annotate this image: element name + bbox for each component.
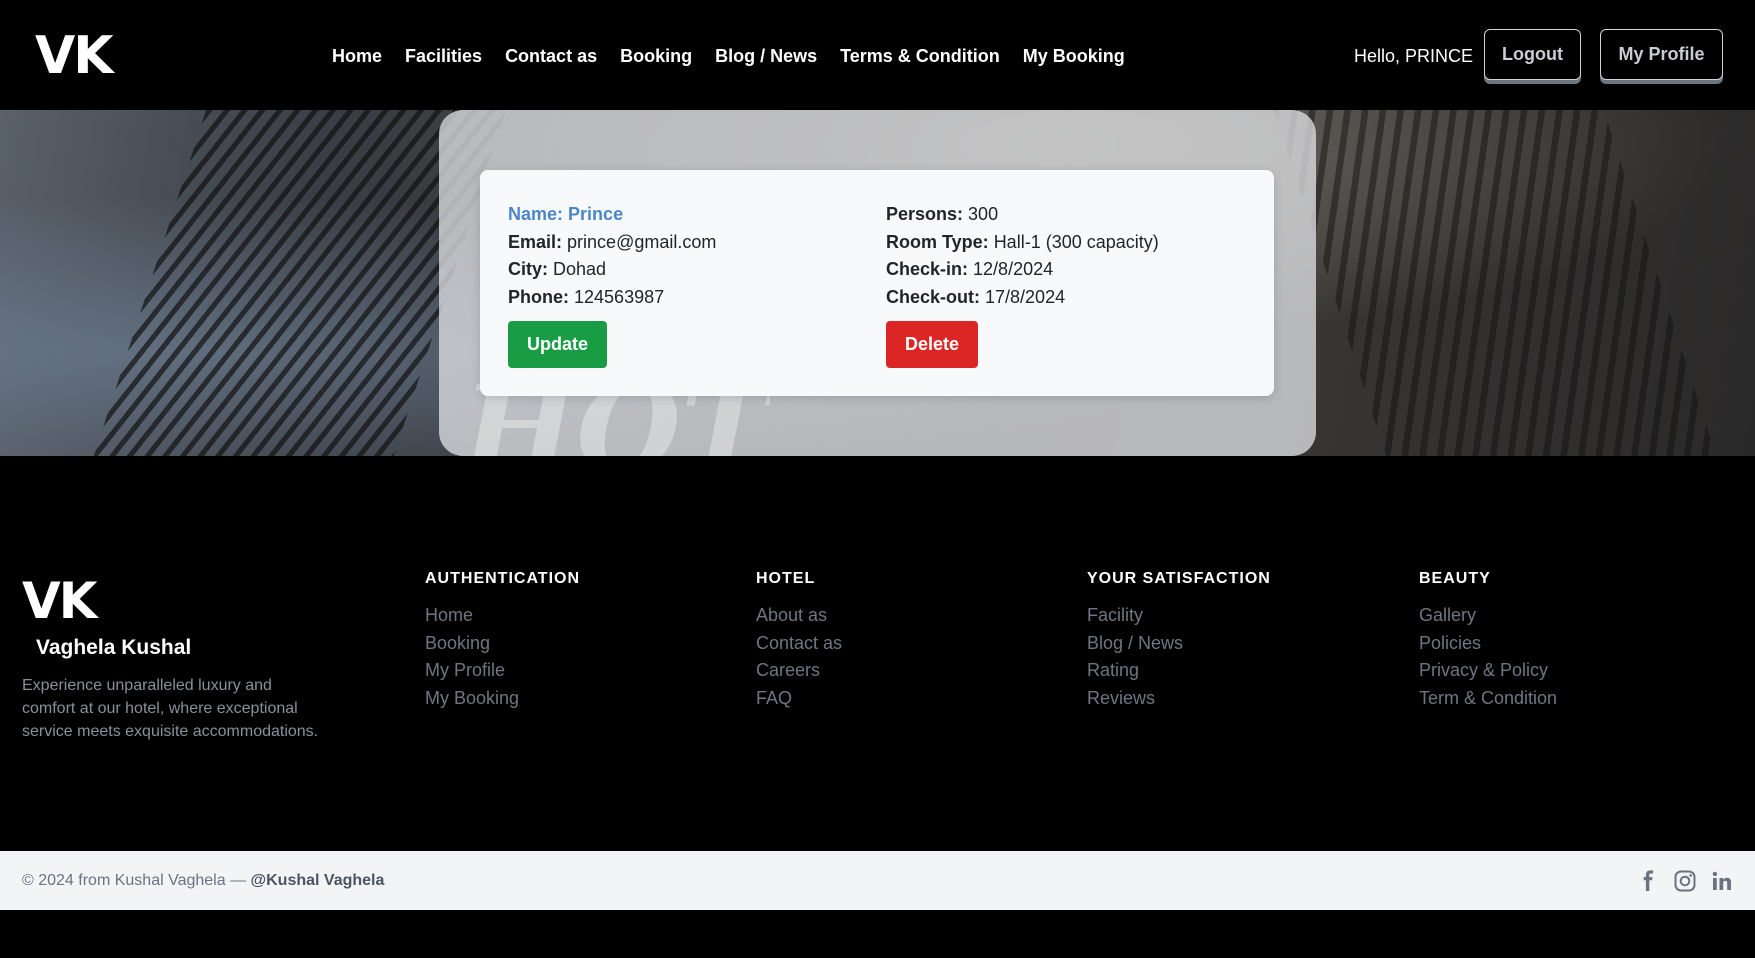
social-links	[1636, 869, 1734, 893]
footer-link-gallery[interactable]: Gallery	[1419, 602, 1557, 630]
nav-blog-news[interactable]: Blog / News	[715, 44, 817, 68]
footer-link-privacy-policy[interactable]: Privacy & Policy	[1419, 657, 1557, 685]
copyright-bar: © 2024 from Kushal Vaghela — @Kushal Vag…	[0, 851, 1755, 910]
nav-booking[interactable]: Booking	[620, 44, 692, 68]
footer-link-contact[interactable]: Contact as	[756, 630, 842, 658]
logout-button[interactable]: Logout	[1484, 29, 1581, 80]
footer-link-home[interactable]: Home	[425, 602, 580, 630]
footer-link-about[interactable]: About as	[756, 602, 842, 630]
footer-link-facility[interactable]: Facility	[1087, 602, 1271, 630]
guest-phone: Phone: 124563987	[508, 286, 665, 307]
booking-persons: Persons: 300	[886, 204, 999, 224]
footer-column-title: YOUR SATISFACTION	[1087, 570, 1271, 587]
booking-card: Name: Prince Email: prince@gmail.com Cit…	[480, 170, 1274, 396]
nav-contact[interactable]: Contact as	[505, 44, 597, 68]
footer-link-booking[interactable]: Booking	[425, 630, 580, 658]
nav-terms[interactable]: Terms & Condition	[840, 44, 1000, 68]
footer-owner-name: Vaghela Kushal	[36, 636, 192, 659]
guest-email: Email: prince@gmail.com	[508, 231, 717, 252]
booking-room-type: Room Type: Hall-1 (300 capacity)	[886, 231, 1159, 252]
booking-checkout: Check-out: 17/8/2024	[886, 286, 1066, 307]
guest-name: Name: Prince	[508, 204, 624, 224]
palm-leaf-decoration	[1273, 110, 1717, 456]
footer-link-my-profile[interactable]: My Profile	[425, 657, 580, 685]
copyright-text: © 2024 from Kushal Vaghela — @Kushal Vag…	[22, 872, 385, 889]
footer-link-policies[interactable]: Policies	[1419, 630, 1557, 658]
footer-column-authentication: AUTHENTICATION Home Booking My Profile M…	[425, 568, 580, 712]
main-nav: Home Facilities Contact as Booking Blog …	[332, 44, 1148, 68]
footer-description: Experience unparalleled luxury and comfo…	[22, 677, 319, 740]
guest-city: City: Dohad	[508, 259, 607, 279]
site-logo[interactable]: VK	[35, 26, 114, 86]
site-header: VK Home Facilities Contact as Booking Bl…	[0, 0, 1755, 110]
guest-details: Name: Prince Email: prince@gmail.com Cit…	[508, 201, 716, 311]
nav-my-booking[interactable]: My Booking	[1023, 44, 1125, 68]
facebook-icon[interactable]	[1636, 869, 1660, 893]
footer-column-title: AUTHENTICATION	[425, 570, 581, 587]
footer-link-faq[interactable]: FAQ	[756, 685, 842, 713]
site-footer: VK Vaghela Kushal Experience unparallele…	[0, 456, 1755, 851]
footer-column-title: BEAUTY	[1419, 570, 1491, 587]
footer-link-my-booking[interactable]: My Booking	[425, 685, 580, 713]
instagram-icon[interactable]	[1673, 869, 1697, 893]
footer-column-beauty: BEAUTY Gallery Policies Privacy & Policy…	[1419, 568, 1557, 712]
footer-link-blog-news[interactable]: Blog / News	[1087, 630, 1271, 658]
footer-link-term-condition[interactable]: Term & Condition	[1419, 685, 1557, 713]
update-button[interactable]: Update	[508, 321, 607, 368]
footer-column-title: HOTEL	[756, 570, 816, 587]
footer-link-rating[interactable]: Rating	[1087, 657, 1271, 685]
footer-column-hotel: HOTEL About as Contact as Careers FAQ	[756, 568, 842, 712]
booking-details: Persons: 300 Room Type: Hall-1 (300 capa…	[886, 201, 1159, 311]
linkedin-icon[interactable]	[1710, 869, 1734, 893]
footer-logo: VK	[22, 572, 97, 630]
footer-link-reviews[interactable]: Reviews	[1087, 685, 1271, 713]
footer-column-satisfaction: YOUR SATISFACTION Facility Blog / News R…	[1087, 568, 1271, 712]
author-handle-link[interactable]: @Kushal Vaghela	[251, 872, 385, 889]
footer-link-careers[interactable]: Careers	[756, 657, 842, 685]
user-greeting: Hello, PRINCE	[1354, 46, 1474, 66]
booking-checkin: Check-in: 12/8/2024	[886, 259, 1054, 279]
nav-facilities[interactable]: Facilities	[405, 44, 482, 68]
delete-button[interactable]: Delete	[886, 321, 978, 368]
nav-home[interactable]: Home	[332, 44, 382, 68]
my-profile-button[interactable]: My Profile	[1600, 29, 1723, 80]
